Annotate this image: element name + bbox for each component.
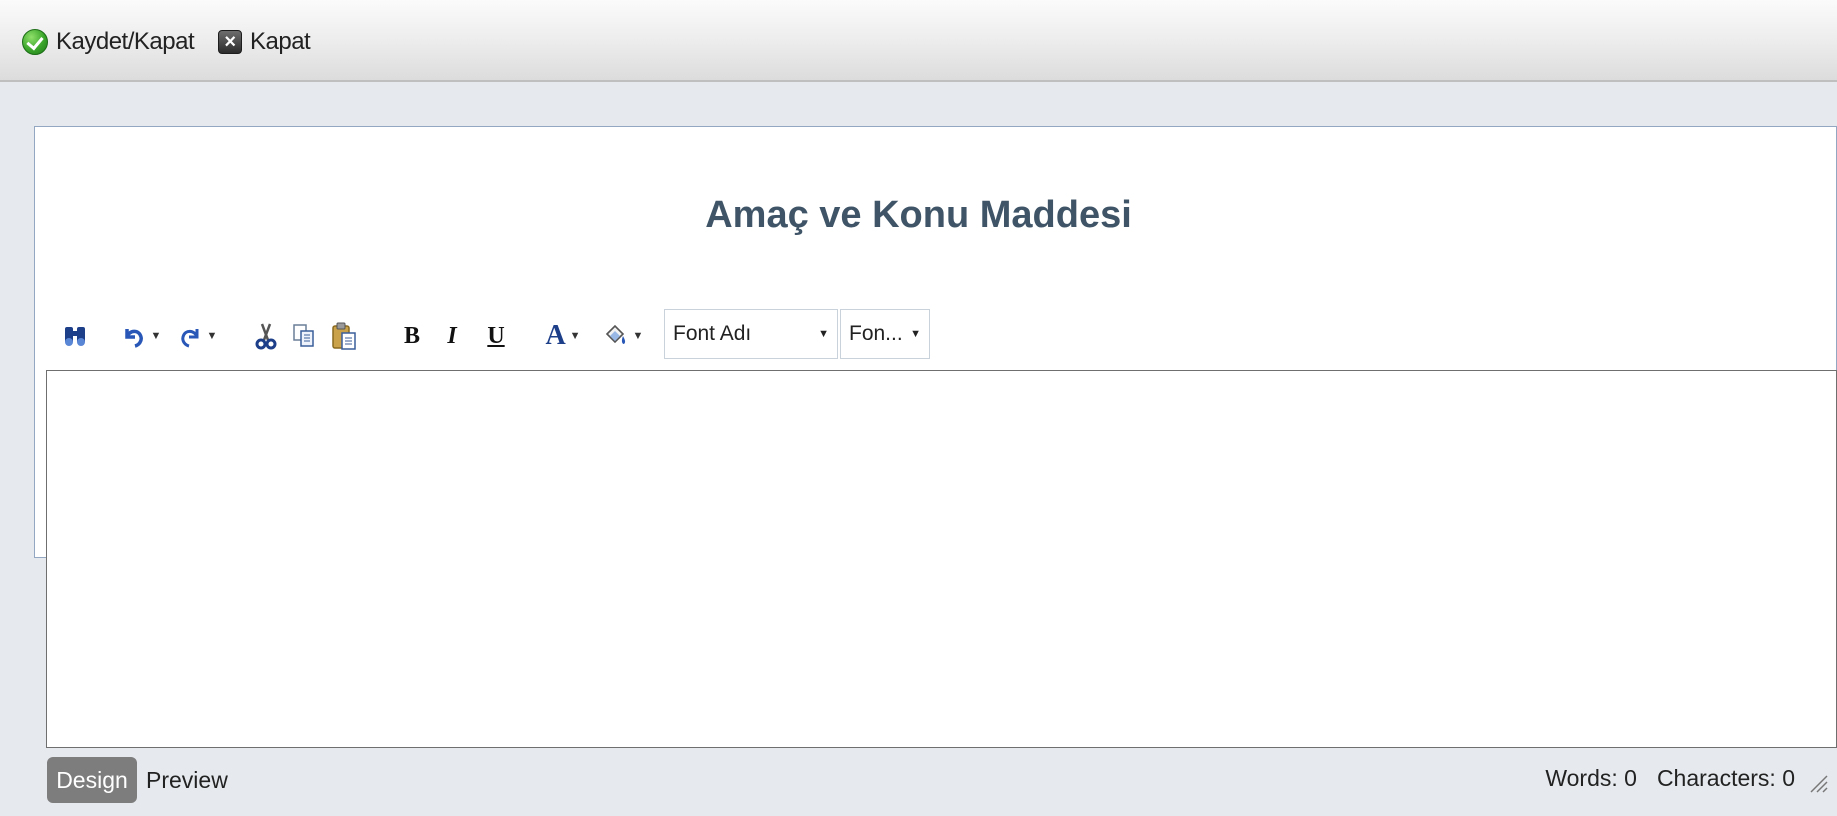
page-title: Amaç ve Konu Maddesi [705, 194, 1132, 236]
status-bar: Words: 0 Characters: 0 [1545, 765, 1795, 792]
italic-icon: I [447, 322, 457, 349]
preview-mode-tab[interactable]: Preview [146, 757, 228, 803]
copy-icon [293, 324, 314, 347]
chevron-down-icon: ▼ [569, 330, 581, 342]
paste-icon [332, 322, 356, 350]
cut-icon [255, 323, 277, 350]
undo-icon [124, 329, 143, 348]
word-count: Words: 0 [1545, 765, 1637, 791]
chevron-down-icon: ▼ [910, 328, 921, 340]
highlight-color-icon [605, 324, 625, 344]
top-toolbar: Kaydet/Kapat × Kapat [0, 0, 1837, 82]
paste-button[interactable] [328, 318, 360, 354]
font-size-value: Fon... [849, 322, 903, 345]
bold-button[interactable]: B [400, 318, 424, 354]
highlight-color-button[interactable]: ▼ [598, 318, 646, 354]
underline-button[interactable]: U [484, 318, 508, 354]
font-name-select[interactable]: Font Adı ▼ [664, 309, 838, 359]
resize-grip-icon[interactable] [1805, 770, 1829, 794]
checkmark-icon [22, 29, 48, 55]
redo-button[interactable]: ▼ [174, 318, 220, 354]
chevron-down-icon: ▼ [150, 330, 162, 342]
bold-icon: B [403, 322, 420, 349]
find-button[interactable] [60, 318, 90, 354]
close-icon: × [218, 30, 242, 54]
copy-button[interactable] [290, 318, 318, 354]
redo-icon [180, 329, 199, 348]
character-count: Characters: 0 [1656, 765, 1795, 791]
font-color-icon: A [545, 320, 566, 351]
save-close-button[interactable]: Kaydet/Kapat [22, 26, 195, 58]
close-button[interactable]: × Kapat [218, 26, 311, 58]
save-close-label: Kaydet/Kapat [56, 28, 195, 55]
chevron-down-icon: ▼ [632, 330, 644, 342]
editor-content-area[interactable] [46, 370, 1837, 748]
find-icon [65, 327, 85, 346]
font-name-value: Font Adı [673, 322, 752, 345]
undo-button[interactable]: ▼ [118, 318, 164, 354]
italic-button[interactable]: I [440, 318, 464, 354]
chevron-down-icon: ▼ [206, 330, 218, 342]
cut-button[interactable] [252, 318, 280, 354]
design-mode-tab[interactable]: Design [47, 757, 137, 803]
underline-icon: U [487, 322, 505, 349]
chevron-down-icon: ▼ [818, 328, 829, 340]
close-label: Kapat [250, 28, 311, 55]
font-color-button[interactable]: A ▼ [540, 318, 586, 354]
font-size-select[interactable]: Fon... ▼ [840, 309, 930, 359]
